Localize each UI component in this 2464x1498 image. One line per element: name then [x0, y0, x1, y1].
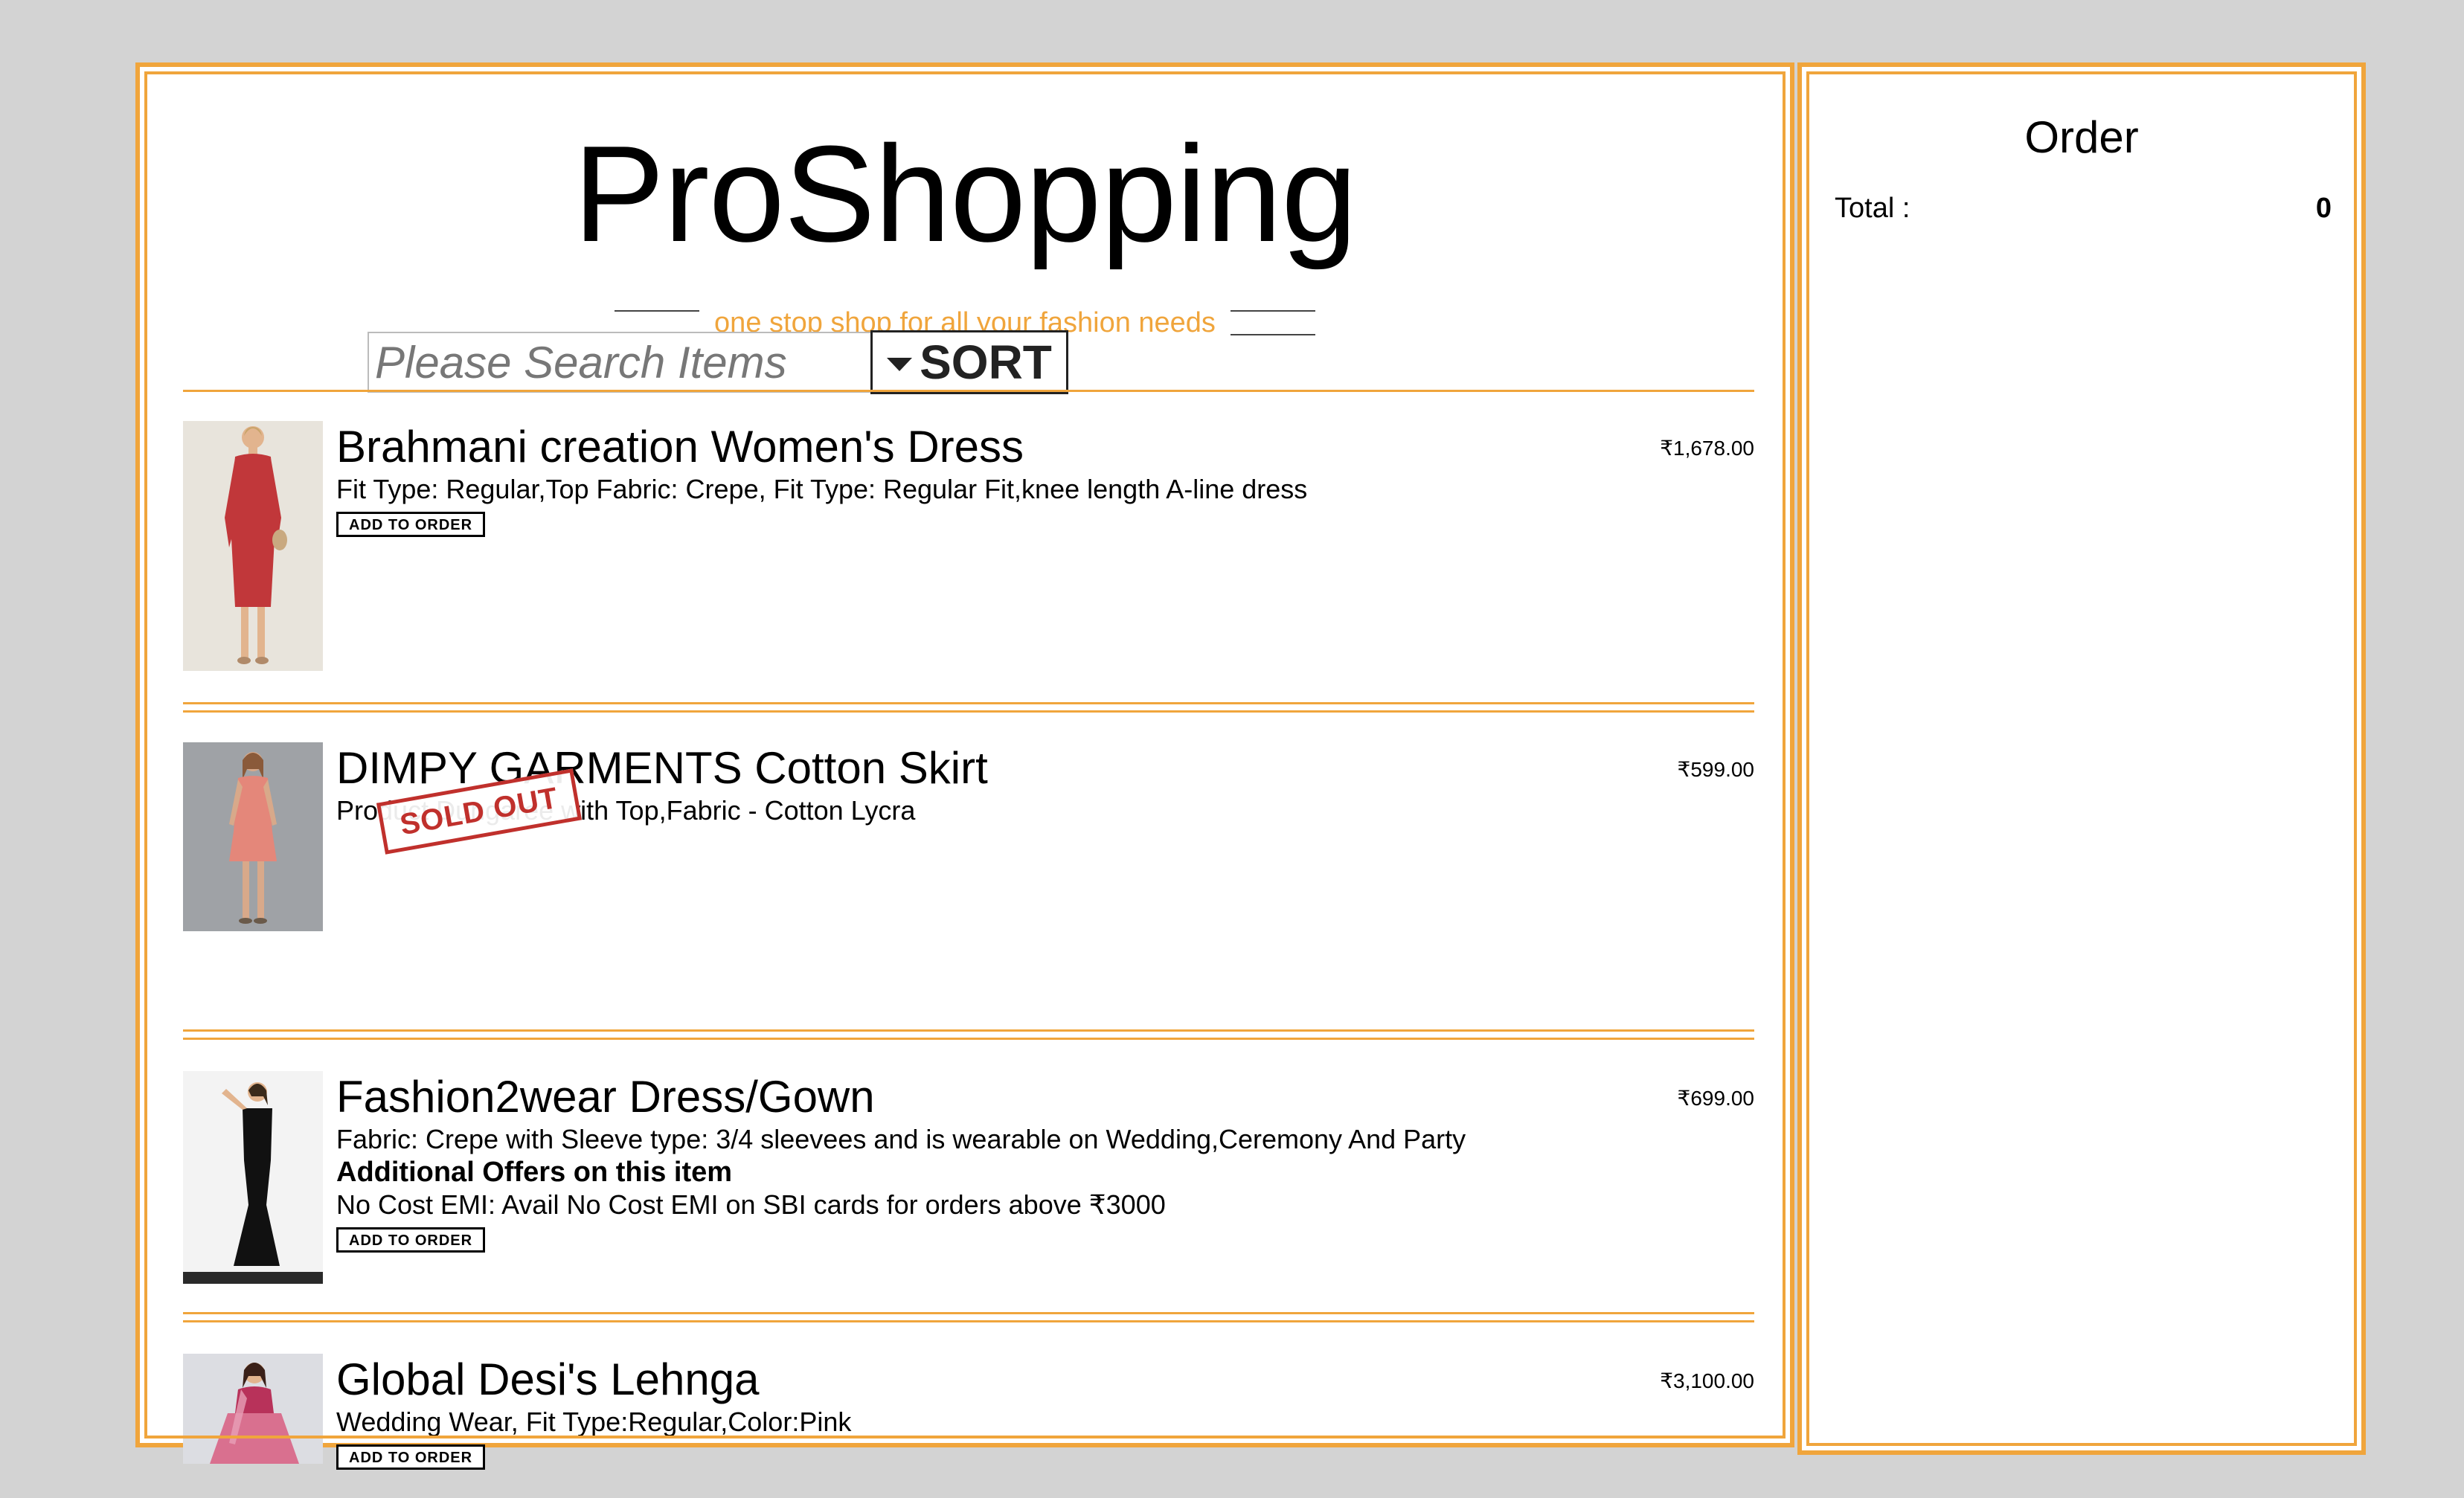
divider [183, 702, 1754, 713]
search-bar: SORT [368, 330, 1068, 394]
item-name: Global Desi's Lehnga [336, 1354, 760, 1404]
item-price: ₹1,678.00 [1660, 437, 1754, 460]
offer-title: Additional Offers on this item [336, 1157, 733, 1188]
caret-down-icon [887, 358, 913, 371]
item-description: Fabric: Crepe with Sleeve type: 3/4 slee… [336, 1124, 1466, 1154]
item-description: Fit Type: Regular,Top Fabric: Crepe, Fit… [336, 474, 1308, 504]
sort-button[interactable]: SORT [870, 330, 1068, 394]
sort-label: SORT [920, 335, 1052, 389]
black-gown-image [183, 1071, 323, 1284]
add-to-order-button[interactable]: ADD TO ORDER [336, 1444, 486, 1470]
divider [183, 1029, 1754, 1040]
item-info: DIMPY GARMENTS Cotton Skirt Product Dung… [336, 742, 1601, 855]
order-total-value: 0 [2315, 193, 2332, 224]
item-name: Brahmani creation Women's Dress [336, 422, 1024, 472]
item-price: ₹599.00 [1677, 758, 1754, 781]
item-info: Brahmani creation Women's Dress Fit Type… [336, 421, 1601, 537]
divider [183, 1312, 1754, 1322]
list-item: Global Desi's Lehnga Wedding Wear, Fit T… [183, 1354, 1754, 1473]
item-price: ₹699.00 [1677, 1087, 1754, 1110]
divider [183, 390, 1754, 392]
order-title: Order [2024, 112, 2139, 162]
search-input[interactable] [368, 332, 870, 393]
order-total-label: Total : [1835, 193, 1910, 224]
list-item: Brahmani creation Women's Dress Fit Type… [183, 421, 1754, 674]
item-info: Global Desi's Lehnga Wedding Wear, Fit T… [336, 1354, 1601, 1470]
list-item: Fashion2wear Dress/Gown Fabric: Crepe wi… [183, 1071, 1754, 1294]
item-name: Fashion2wear Dress/Gown [336, 1072, 875, 1122]
item-description: Wedding Wear, Fit Type:Regular,Color:Pin… [336, 1407, 852, 1437]
brand-title: ProShopping [573, 117, 1358, 270]
menu-panel: ProShopping one stop shop for all your f… [135, 62, 1794, 1470]
item-price: ₹3,100.00 [1660, 1369, 1754, 1392]
red-dress-image [183, 421, 323, 671]
add-to-order-button[interactable]: ADD TO ORDER [336, 512, 486, 537]
offer-text: No Cost EMI: Avail No Cost EMI on SBI ca… [336, 1189, 1166, 1220]
tagline-right-rule [1230, 310, 1315, 335]
pink-dress-image [183, 742, 323, 931]
add-to-order-button[interactable]: ADD TO ORDER [336, 1227, 486, 1253]
order-panel: Order Total : 0 [1797, 62, 2366, 1455]
list-item: DIMPY GARMENTS Cotton Skirt Product Dung… [183, 742, 1754, 936]
pink-lehnga-image [183, 1354, 323, 1464]
item-info: Fashion2wear Dress/Gown Fabric: Crepe wi… [336, 1071, 1601, 1253]
